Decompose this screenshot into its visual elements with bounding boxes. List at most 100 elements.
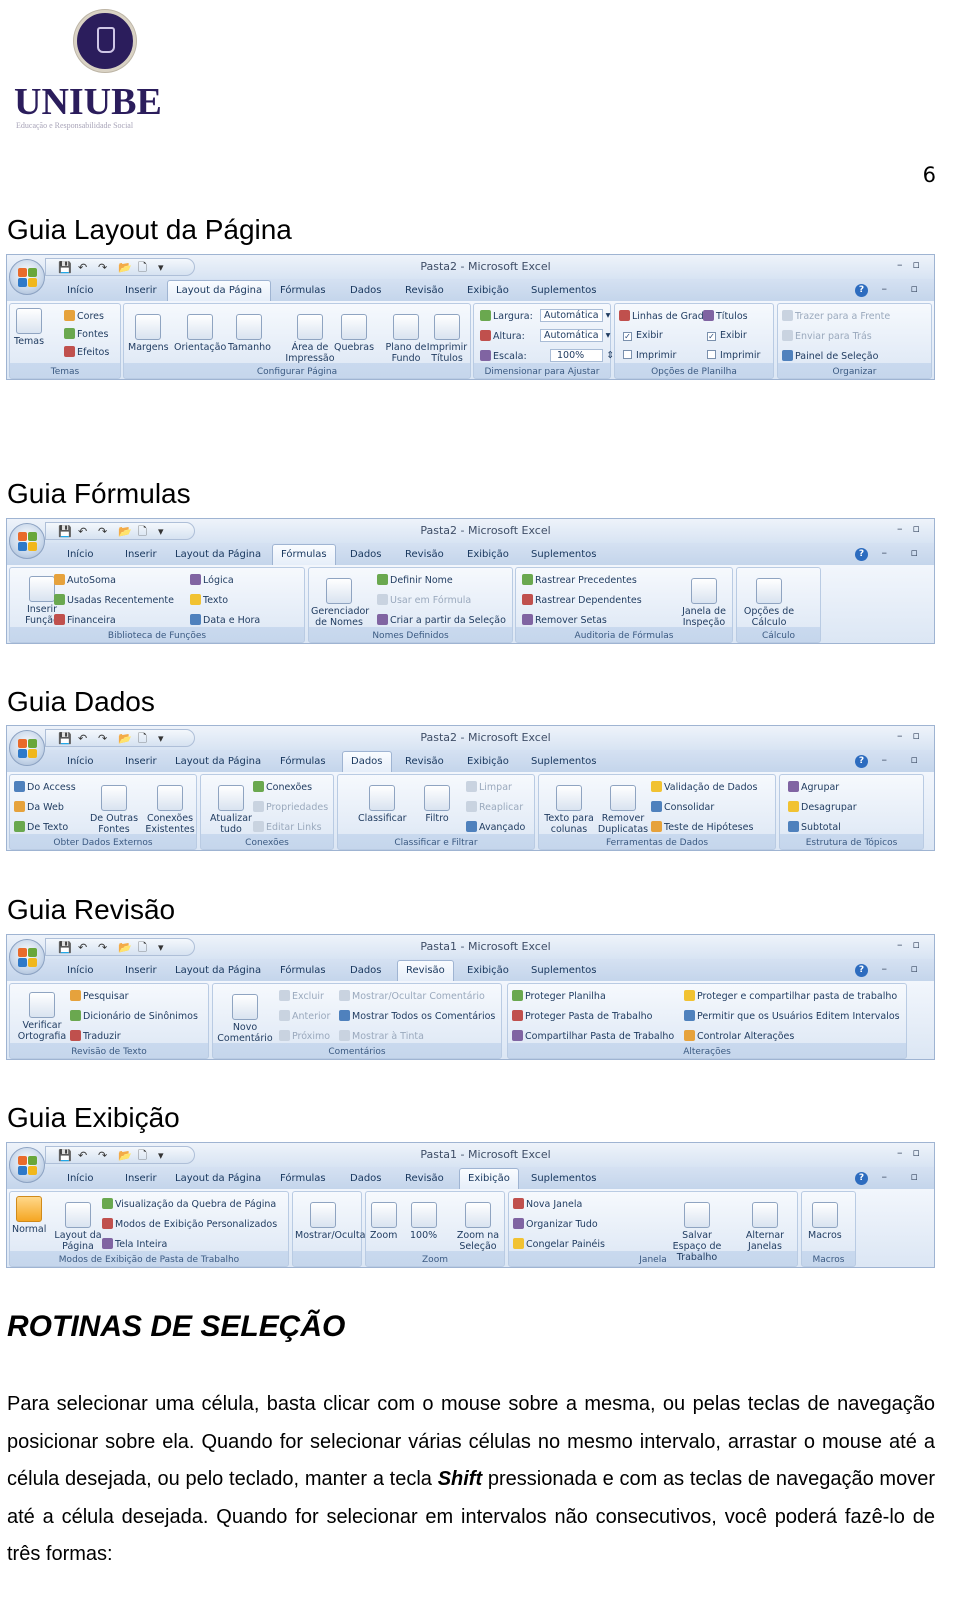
open-icon[interactable]: 📂 [118, 732, 132, 745]
exibir-button[interactable]: ✓ Exibir [623, 330, 663, 341]
tab-inicio[interactable]: Início [59, 754, 101, 772]
rastrear-precedentes-button[interactable]: Rastrear Precedentes [522, 574, 637, 586]
avancado-button[interactable]: Avançado [466, 821, 525, 833]
tab-exibicao[interactable]: Exibição [459, 754, 517, 772]
redo-icon[interactable]: ↷ [98, 261, 107, 274]
do-access-button[interactable]: Do Access [14, 781, 76, 793]
janela-de-inspecao-button[interactable]: Janela de Inspeção [676, 578, 732, 628]
verificar-ortografia-button[interactable]: Verificar Ortografia [14, 992, 70, 1042]
teste-de-hipoteses-button[interactable]: Teste de Hipóteses [651, 821, 753, 833]
undo-icon[interactable]: ↶ [78, 1149, 87, 1162]
tab-revisao[interactable]: Revisão [397, 754, 452, 772]
tab-suplementos[interactable]: Suplementos [523, 283, 604, 301]
subtotal-button[interactable]: Subtotal [788, 821, 841, 833]
agrupar-button[interactable]: Agrupar [788, 781, 839, 793]
logica-button[interactable]: Lógica [190, 574, 234, 586]
definir-nome-button[interactable]: Definir Nome [377, 574, 453, 586]
tamanho-button[interactable]: Tamanho [228, 314, 271, 353]
salvar-espaco-de-trabalho-button[interactable]: Salvar Espaço de Trabalho [669, 1202, 725, 1263]
tab-revisao[interactable]: Revisão [397, 547, 452, 565]
open-icon[interactable]: 📂 [118, 1149, 132, 1162]
remover-duplicatas-button[interactable]: Remover Duplicatas [595, 785, 651, 835]
data-e-hora-button[interactable]: Data e Hora [190, 614, 260, 626]
save-icon[interactable]: 💾 [58, 1149, 72, 1162]
permitir-que-os-usuarios-editem-intervalos-button[interactable]: Permitir que os Usuários Editem Interval… [684, 1010, 900, 1022]
help-controls[interactable]: ? – ▫ [855, 1170, 928, 1185]
traduzir-button[interactable]: Traduzir [70, 1030, 121, 1042]
rastrear-dependentes-button[interactable]: Rastrear Dependentes [522, 594, 642, 606]
imprimir-button[interactable]: Imprimir [707, 350, 760, 361]
tab-suplementos[interactable]: Suplementos [523, 963, 604, 981]
de-texto-button[interactable]: De Texto [14, 821, 68, 833]
open-icon[interactable]: 📂 [118, 525, 132, 538]
orientacao-button[interactable]: Orientação [174, 314, 226, 353]
proteger-pasta-de-trabalho-button[interactable]: Proteger Pasta de Trabalho [512, 1010, 652, 1022]
new-icon[interactable]: 🗋 [138, 1149, 147, 1162]
fontes-button[interactable]: Fontes [64, 328, 108, 340]
window-controls[interactable]: –▫ [897, 258, 930, 271]
tab-revisao[interactable]: Revisão [397, 1171, 452, 1189]
temas-button[interactable]: Temas [14, 308, 44, 347]
titulos-button[interactable]: Títulos [703, 310, 748, 322]
usadas-recentemente-button[interactable]: Usadas Recentemente [54, 594, 174, 606]
controlar-alteracoes-button[interactable]: Controlar Alterações [684, 1030, 794, 1042]
painel-de-selecao-button[interactable]: Painel de Seleção [782, 350, 878, 362]
checkbox-icon[interactable]: ✓ [707, 332, 716, 341]
tab-dados[interactable]: Dados [342, 751, 392, 772]
mostrar-todos-os-comentarios-button[interactable]: Mostrar Todos os Comentários [339, 1010, 495, 1022]
tab-suplementos[interactable]: Suplementos [523, 547, 604, 565]
autosoma-button[interactable]: AutoSoma [54, 574, 116, 586]
office-button[interactable] [9, 523, 45, 559]
area-de-impressao-button[interactable]: Área de Impressão [282, 314, 338, 364]
undo-icon[interactable]: ↶ [78, 732, 87, 745]
congelar-paineis-button[interactable]: Congelar Painéis [513, 1238, 605, 1250]
layout-da-pagina-button[interactable]: Layout da Página [50, 1202, 106, 1252]
imprimir-titulos-button[interactable]: Imprimir Títulos [424, 314, 470, 364]
financeira-button[interactable]: Financeira [54, 614, 116, 626]
tab-suplementos[interactable]: Suplementos [523, 754, 604, 772]
redo-icon[interactable]: ↷ [98, 1149, 107, 1162]
tab-dados[interactable]: Dados [342, 1171, 390, 1189]
office-button[interactable] [9, 730, 45, 766]
altura-button[interactable]: Altura: [480, 330, 525, 342]
compartilhar-pasta-de-trabalho-button[interactable]: Compartilhar Pasta de Trabalho [512, 1030, 674, 1042]
window-controls[interactable]: –▫ [897, 729, 930, 742]
tab-exibicao[interactable]: Exibição [459, 963, 517, 981]
tab-formulas[interactable]: Fórmulas [272, 1171, 334, 1189]
validacao-de-dados-button[interactable]: Validação de Dados [651, 781, 757, 793]
tab-layout-da-pagina[interactable]: Layout da Página [167, 547, 269, 565]
remover-setas-button[interactable]: Remover Setas [522, 614, 607, 626]
tab-dados[interactable]: Dados [342, 283, 390, 301]
checkbox-icon[interactable] [623, 350, 632, 359]
new-icon[interactable]: 🗋 [138, 732, 147, 745]
organizar-tudo-button[interactable]: Organizar Tudo [513, 1218, 598, 1230]
tab-exibicao[interactable]: Exibição [459, 283, 517, 301]
tab-inicio[interactable]: Início [59, 1171, 101, 1189]
tab-inicio[interactable]: Início [59, 547, 101, 565]
proximo-button[interactable]: Próximo [279, 1030, 330, 1042]
exibir-button[interactable]: ✓ Exibir [707, 330, 747, 341]
linhas-de-grade-button[interactable]: Linhas de Grade [619, 310, 710, 322]
tab-inicio[interactable]: Início [59, 283, 101, 301]
proteger-planilha-button[interactable]: Proteger Planilha [512, 990, 606, 1002]
tab-layout-da-pagina[interactable]: Layout da Página [167, 754, 269, 772]
new-icon[interactable]: 🗋 [138, 941, 147, 954]
window-controls[interactable]: –▫ [897, 938, 930, 951]
trazer-para-a-frente-button[interactable]: Trazer para a Frente [782, 310, 890, 322]
tab-dados[interactable]: Dados [342, 963, 390, 981]
consolidar-button[interactable]: Consolidar [651, 801, 714, 813]
tab-formulas[interactable]: Fórmulas [272, 283, 334, 301]
tab-formulas[interactable]: Fórmulas [272, 754, 334, 772]
help-controls[interactable]: ? – ▫ [855, 753, 928, 768]
tab-inserir[interactable]: Inserir [117, 283, 165, 301]
modos-de-exibicao-personalizados-button[interactable]: Modos de Exibição Personalizados [102, 1218, 277, 1230]
dicionario-de-sinonimos-button[interactable]: Dicionário de Sinônimos [70, 1010, 198, 1022]
alternar-janelas-button[interactable]: Alternar Janelas [737, 1202, 793, 1252]
anterior-button[interactable]: Anterior [279, 1010, 330, 1022]
editar-links-button[interactable]: Editar Links [253, 821, 322, 833]
customize-dropdown-icon[interactable]: ▾ [158, 941, 164, 954]
tab-revisao[interactable]: Revisão [397, 960, 454, 981]
escala-spinner[interactable]: 100% ⇕ [550, 349, 614, 362]
filtro-button[interactable]: Filtro [424, 785, 450, 824]
open-icon[interactable]: 📂 [118, 261, 132, 274]
